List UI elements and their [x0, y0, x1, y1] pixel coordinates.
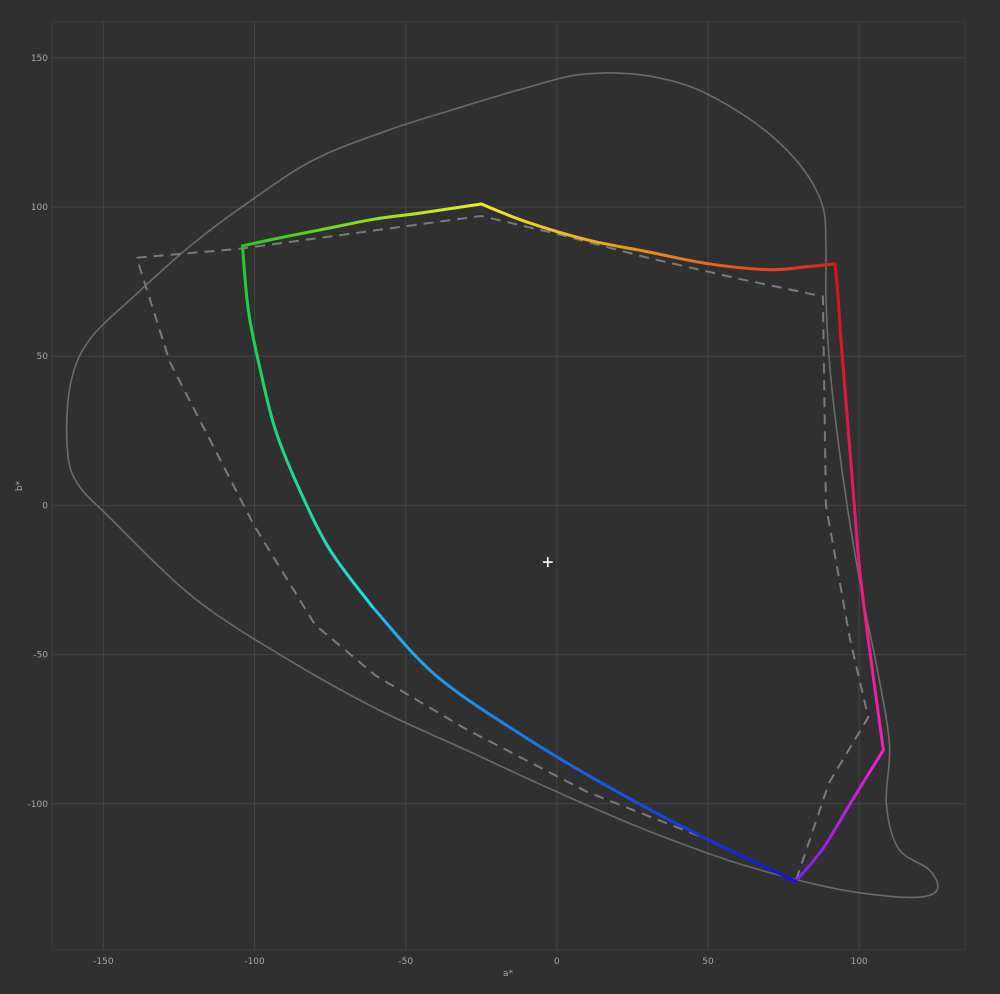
x-tick-label: -50 — [398, 957, 413, 967]
y-tick-label: 0 — [42, 501, 48, 511]
x-tick-label: 100 — [851, 957, 868, 967]
y-tick-label: 150 — [31, 54, 48, 64]
y-tick-label: 50 — [37, 352, 49, 362]
gamut-chart: -150 -100 -50 0 50 100 -100 -50 0 50 100 150 a* b* — [0, 0, 1000, 994]
y-tick-label: -50 — [33, 651, 48, 661]
y-tick-label: 100 — [31, 203, 48, 213]
y-axis-label: b* — [15, 480, 25, 491]
x-tick-label: -100 — [244, 957, 265, 967]
x-axis-label: a* — [503, 969, 514, 979]
chart-background — [0, 0, 1000, 994]
y-tick-label: -100 — [28, 800, 49, 810]
x-tick-label: -150 — [93, 957, 114, 967]
x-tick-label: 0 — [554, 957, 560, 967]
x-tick-label: 50 — [702, 957, 714, 967]
